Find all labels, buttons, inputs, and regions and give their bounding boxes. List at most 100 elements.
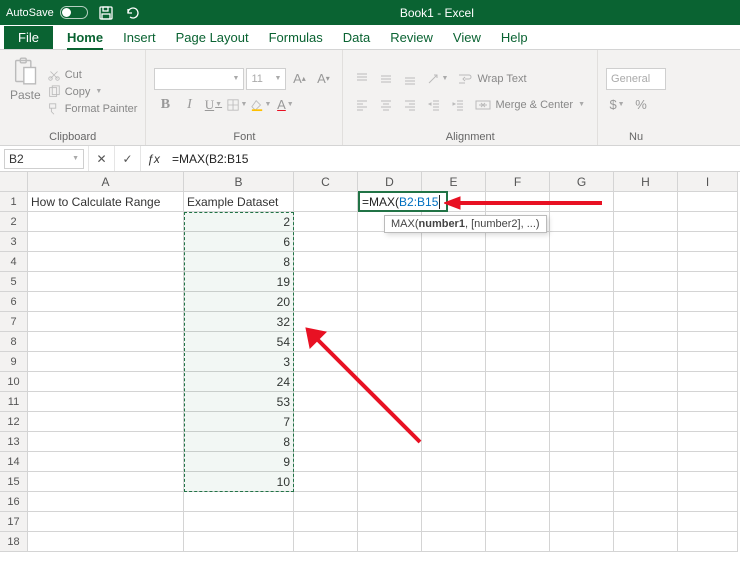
cell[interactable]: 2 xyxy=(184,212,294,232)
cell[interactable] xyxy=(550,412,614,432)
decrease-font-icon[interactable]: A▾ xyxy=(312,68,334,90)
cut-button[interactable]: Cut xyxy=(47,68,138,82)
cell[interactable] xyxy=(486,352,550,372)
cell[interactable] xyxy=(294,332,358,352)
cell[interactable] xyxy=(422,432,486,452)
cell[interactable]: 8 xyxy=(184,252,294,272)
cell[interactable] xyxy=(614,432,678,452)
tab-file[interactable]: File xyxy=(4,26,53,49)
cell[interactable] xyxy=(294,412,358,432)
cell[interactable] xyxy=(550,492,614,512)
fx-icon[interactable]: ƒx xyxy=(140,146,166,171)
cell[interactable] xyxy=(614,412,678,432)
font-size-select[interactable]: 11▼ xyxy=(246,68,286,90)
cell[interactable] xyxy=(550,312,614,332)
cell[interactable] xyxy=(678,512,738,532)
currency-icon[interactable]: $▼ xyxy=(606,94,628,116)
font-color-button[interactable]: A▼ xyxy=(274,94,296,116)
number-format-select[interactable]: General xyxy=(606,68,666,90)
cell[interactable]: 3 xyxy=(184,352,294,372)
column-header[interactable]: G xyxy=(550,172,614,192)
cell[interactable] xyxy=(486,192,550,212)
cell[interactable] xyxy=(294,212,358,232)
row-header[interactable]: 15 xyxy=(0,472,28,492)
cell[interactable] xyxy=(614,452,678,472)
cell[interactable] xyxy=(486,472,550,492)
cell[interactable] xyxy=(614,232,678,252)
cell[interactable] xyxy=(678,272,738,292)
cell[interactable] xyxy=(28,332,184,352)
cell[interactable] xyxy=(614,312,678,332)
cell[interactable]: 9 xyxy=(184,452,294,472)
cell[interactable] xyxy=(358,372,422,392)
cell[interactable] xyxy=(422,312,486,332)
cell[interactable] xyxy=(614,292,678,312)
row-header[interactable]: 18 xyxy=(0,532,28,552)
column-header[interactable]: E xyxy=(422,172,486,192)
cell[interactable]: 7 xyxy=(184,412,294,432)
select-all-corner[interactable] xyxy=(0,172,28,192)
cell[interactable] xyxy=(614,272,678,292)
cell[interactable] xyxy=(550,452,614,472)
cell[interactable] xyxy=(678,492,738,512)
cell[interactable] xyxy=(422,512,486,532)
cell[interactable]: 54 xyxy=(184,332,294,352)
row-header[interactable]: 4 xyxy=(0,252,28,272)
merge-center-button[interactable]: Merge & Center▼ xyxy=(471,95,589,115)
cell[interactable] xyxy=(184,492,294,512)
cell[interactable] xyxy=(550,212,614,232)
cell[interactable] xyxy=(486,492,550,512)
align-middle-icon[interactable] xyxy=(375,68,397,90)
cell[interactable] xyxy=(294,532,358,552)
cell[interactable] xyxy=(614,492,678,512)
cell[interactable] xyxy=(358,312,422,332)
cell[interactable] xyxy=(486,452,550,472)
column-header[interactable]: F xyxy=(486,172,550,192)
cell[interactable] xyxy=(28,452,184,472)
align-left-icon[interactable] xyxy=(351,94,373,116)
row-header[interactable]: 5 xyxy=(0,272,28,292)
cell[interactable] xyxy=(614,532,678,552)
row-header[interactable]: 2 xyxy=(0,212,28,232)
cell[interactable] xyxy=(28,512,184,532)
tab-help[interactable]: Help xyxy=(491,26,538,49)
cell[interactable] xyxy=(486,232,550,252)
tab-page-layout[interactable]: Page Layout xyxy=(166,26,259,49)
cell[interactable]: 6 xyxy=(184,232,294,252)
cell[interactable] xyxy=(678,432,738,452)
cell[interactable] xyxy=(550,472,614,492)
cell[interactable]: 32 xyxy=(184,312,294,332)
cell[interactable] xyxy=(678,192,738,212)
cell[interactable] xyxy=(550,252,614,272)
cell[interactable] xyxy=(550,512,614,532)
cell[interactable] xyxy=(28,312,184,332)
cell[interactable] xyxy=(294,272,358,292)
cell[interactable] xyxy=(422,352,486,372)
tab-formulas[interactable]: Formulas xyxy=(259,26,333,49)
column-header[interactable]: A xyxy=(28,172,184,192)
cell[interactable] xyxy=(358,352,422,372)
cell[interactable] xyxy=(550,232,614,252)
cell[interactable] xyxy=(550,372,614,392)
cell[interactable] xyxy=(550,292,614,312)
cell[interactable] xyxy=(486,252,550,272)
cell[interactable] xyxy=(294,312,358,332)
orientation-icon[interactable]: ▼ xyxy=(423,68,451,90)
cell[interactable] xyxy=(678,332,738,352)
cell[interactable] xyxy=(294,452,358,472)
tab-home[interactable]: Home xyxy=(57,26,113,49)
cell[interactable] xyxy=(678,392,738,412)
cell[interactable] xyxy=(550,532,614,552)
cell-editing[interactable]: =MAX(B2:B15 xyxy=(358,191,448,212)
cell[interactable] xyxy=(358,272,422,292)
fill-color-button[interactable]: ▼ xyxy=(250,94,272,116)
format-painter-button[interactable]: Format Painter xyxy=(47,102,138,116)
cell[interactable] xyxy=(614,252,678,272)
cell[interactable] xyxy=(678,412,738,432)
cell[interactable] xyxy=(184,532,294,552)
align-top-icon[interactable] xyxy=(351,68,373,90)
cell[interactable] xyxy=(294,512,358,532)
cell[interactable] xyxy=(422,412,486,432)
cell[interactable] xyxy=(358,412,422,432)
row-header[interactable]: 8 xyxy=(0,332,28,352)
